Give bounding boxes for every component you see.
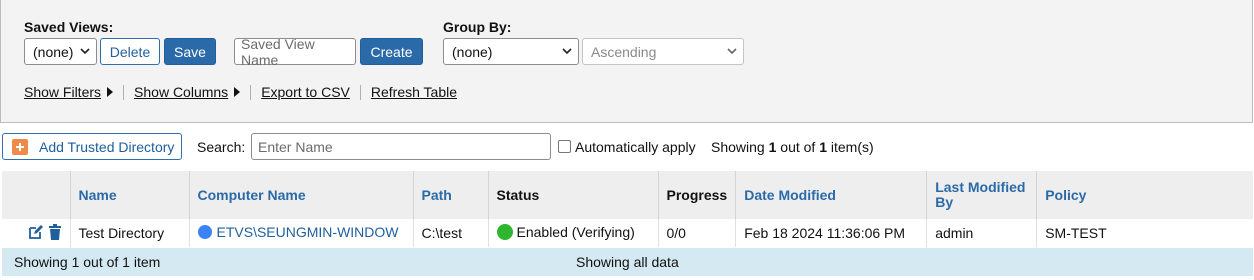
last-modified-by-column-header[interactable]: Last Modified By	[926, 171, 1038, 219]
trash-icon[interactable]	[48, 223, 62, 240]
search-input[interactable]: Enter Name	[251, 133, 551, 160]
trusted-directories-table: Name Computer Name Path Status Progress …	[2, 171, 1253, 247]
saved-view-name-input[interactable]: Saved View Name	[234, 35, 356, 68]
row-actions-cell	[2, 219, 71, 247]
link-divider	[250, 84, 252, 100]
status-text: Enabled (Verifying)	[516, 223, 635, 240]
caret-right-icon	[107, 87, 114, 97]
status-enabled-icon	[496, 223, 513, 240]
edit-icon[interactable]	[28, 224, 44, 240]
path-column-header[interactable]: Path	[413, 171, 489, 219]
table-footer: Showing 1 out of 1 item Showing all data	[2, 248, 1253, 276]
search-placeholder: Enter Name	[258, 138, 333, 155]
computer-link[interactable]: ETVS\SEUNGMIN-WINDOW	[197, 224, 399, 240]
row-policy-cell: SM-TEST	[1036, 219, 1253, 247]
showing-total: 1	[819, 139, 827, 155]
create-view-button[interactable]: Create	[360, 38, 423, 65]
sort-order-value: Ascending	[591, 43, 657, 60]
policy-column-header[interactable]: Policy	[1036, 171, 1253, 219]
showing-mid: out of	[780, 139, 816, 155]
auto-apply-label: Automatically apply	[575, 139, 696, 155]
group-by-select[interactable]: (none)	[443, 38, 579, 65]
table-header-row: Name Computer Name Path Status Progress …	[2, 171, 1253, 219]
view-toolbar-panel: Saved Views: (none) Delete Save Saved Vi…	[0, 0, 1253, 123]
auto-apply-checkbox[interactable]	[558, 140, 571, 153]
export-csv-link[interactable]: Export to CSV	[261, 84, 350, 100]
chevron-down-icon	[562, 48, 572, 55]
row-name-cell: Test Directory	[70, 219, 190, 247]
computer-name-column-header[interactable]: Computer Name	[189, 171, 414, 219]
row-progress-cell: 0/0	[658, 219, 737, 247]
add-trusted-directory-label: Add Trusted Directory	[39, 138, 175, 155]
chevron-down-icon	[727, 48, 737, 55]
showing-prefix: Showing	[711, 139, 765, 155]
show-columns-link[interactable]: Show Columns	[134, 84, 228, 100]
row-computer-cell: ETVS\SEUNGMIN-WINDOW	[189, 219, 414, 247]
save-view-button[interactable]: Save	[164, 38, 216, 65]
computer-status-icon	[197, 225, 212, 239]
actions-column-header	[2, 171, 71, 219]
showing-suffix: item(s)	[830, 139, 874, 155]
show-filters-link[interactable]: Show Filters	[24, 84, 101, 100]
row-path-cell: C:\test	[413, 219, 489, 247]
caret-right-icon	[234, 87, 241, 97]
showing-count-text: Showing 1 out of 1 item(s)	[711, 139, 874, 155]
table-row: Test Directory ETVS\SEUNGMIN-WINDOW C:\t…	[2, 219, 1253, 247]
row-last-modified-by-cell: admin	[926, 219, 1038, 247]
group-by-label: Group By:	[443, 19, 512, 35]
saved-views-label: Saved Views:	[24, 19, 114, 35]
refresh-table-link[interactable]: Refresh Table	[371, 84, 457, 100]
chevron-down-icon	[80, 48, 90, 55]
plus-icon	[12, 138, 28, 155]
search-label: Search:	[197, 139, 246, 155]
group-by-select-value: (none)	[452, 43, 493, 60]
row-date-modified-cell: Feb 18 2024 11:36:06 PM	[735, 219, 928, 247]
table-actions-links: Show Filters Show Columns Export to CSV …	[24, 84, 457, 100]
showing-count: 1	[768, 139, 777, 155]
saved-views-select[interactable]: (none)	[24, 38, 97, 65]
delete-view-button[interactable]: Delete	[100, 38, 160, 65]
row-status-cell: Enabled (Verifying)	[488, 219, 659, 247]
date-modified-column-header[interactable]: Date Modified	[735, 171, 928, 219]
footer-data-status: Showing all data	[576, 254, 679, 270]
progress-column-header: Progress	[658, 171, 737, 219]
status-column-header: Status	[488, 171, 659, 219]
saved-view-name-placeholder: Saved View Name	[241, 35, 315, 68]
sort-order-select[interactable]: Ascending	[582, 38, 744, 65]
footer-item-count: Showing 1 out of 1 item	[14, 254, 161, 270]
link-divider	[359, 84, 361, 100]
computer-name-text: ETVS\SEUNGMIN-WINDOW	[216, 224, 399, 240]
link-divider	[123, 84, 125, 100]
add-trusted-directory-button[interactable]: Add Trusted Directory	[2, 133, 182, 160]
saved-views-select-value: (none)	[33, 43, 74, 60]
name-column-header[interactable]: Name	[70, 171, 190, 219]
